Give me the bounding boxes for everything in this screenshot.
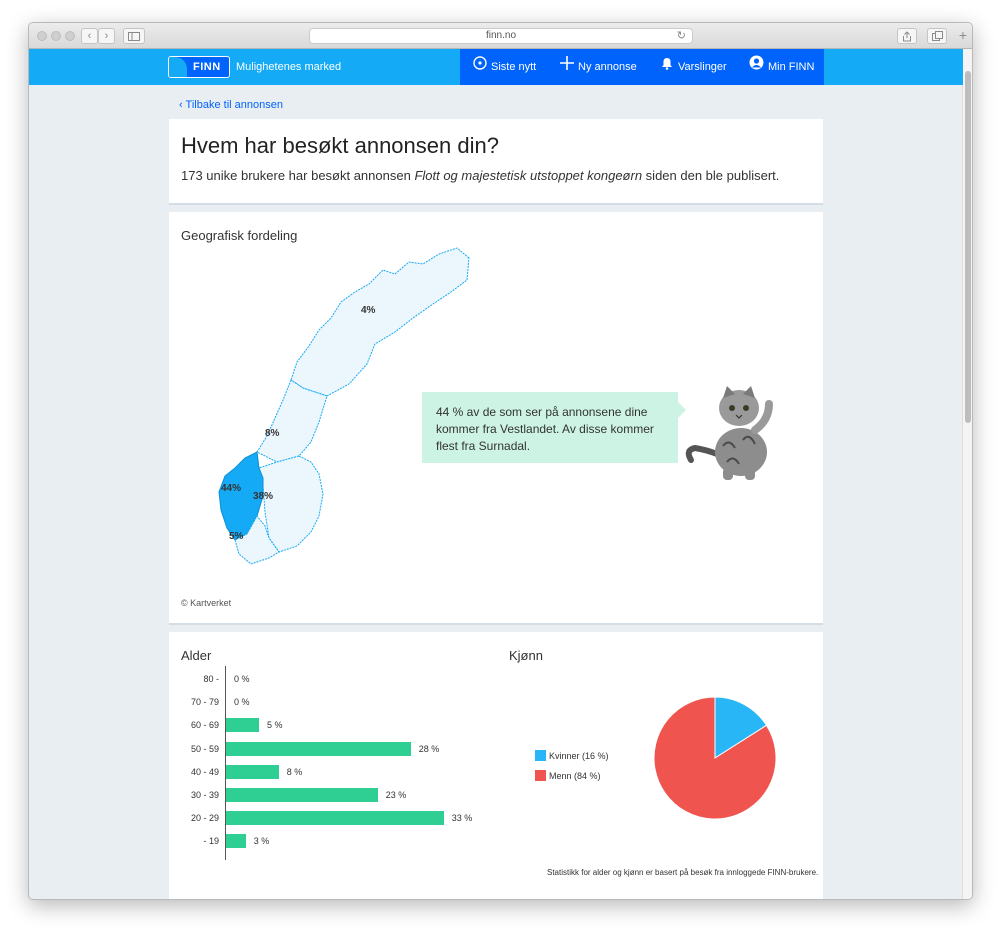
address-bar[interactable]: finn.no ↻: [309, 28, 693, 44]
scrollbar-thumb[interactable]: [965, 71, 971, 423]
age-value-label: 0 %: [234, 697, 250, 708]
age-category-label: 20 - 29: [190, 813, 219, 824]
share-icon[interactable]: [897, 28, 917, 44]
browser-toolbar: ‹ › finn.no ↻ +: [29, 23, 972, 49]
browser-window: ‹ › finn.no ↻ + FINN Mulighetenes marked: [28, 22, 973, 900]
summary-card: Hvem har besøkt annonsen din? 173 unike …: [169, 119, 823, 205]
age-value-label: 5 %: [267, 720, 283, 731]
geo-title: Geografisk fordeling: [181, 228, 298, 243]
age-bar: [226, 834, 246, 849]
age-category-label: - 19: [203, 836, 219, 847]
tagline: Mulighetenes marked: [236, 61, 342, 73]
nav-label: Siste nytt: [491, 61, 537, 73]
summary-text-after: siden den ble publisert.: [642, 168, 780, 183]
vertical-scrollbar[interactable]: [962, 49, 972, 899]
finn-logo[interactable]: FINN: [168, 56, 230, 78]
geo-card: Geografisk fordeling 4% 8% 44% 38% 5% 44…: [169, 212, 823, 625]
age-category-label: 80 -: [203, 674, 219, 684]
finn-header: FINN Mulighetenes marked Siste nytt Ny a…: [29, 49, 963, 85]
finn-logo-shape: [169, 57, 187, 77]
plus-icon: [560, 49, 574, 85]
zoom-window-button[interactable]: [65, 31, 75, 41]
bell-icon: [660, 49, 674, 85]
back-link[interactable]: ‹ Tilbake til annonsen: [179, 99, 283, 111]
age-category-label: 30 - 39: [190, 790, 219, 800]
cat-illustration: [685, 386, 773, 480]
stats-card: Alder 80 - 0 % 70 - 79 0 % 60 - 69 5 % 50 - 59…: [169, 632, 823, 899]
speech-bubble: 44 % av de som ser på annonsene dine kom…: [422, 392, 686, 463]
visitor-summary: 173 unike brukere har besøkt annonsen Fl…: [181, 168, 779, 183]
stats-footnote: Statistikk for alder og kjønn er basert …: [547, 868, 819, 877]
sidebar-icon[interactable]: [123, 28, 145, 44]
reload-icon[interactable]: ↻: [677, 29, 686, 43]
nav-min-finn[interactable]: Min FINN: [749, 49, 814, 85]
nav-ny-annonse[interactable]: Ny annonse: [560, 49, 637, 85]
age-category-label: 50 - 59: [190, 743, 219, 754]
nav-siste-nytt[interactable]: Siste nytt: [473, 49, 536, 85]
age-bar: [226, 764, 279, 779]
nav-label: Min FINN: [768, 61, 815, 73]
age-category-label: 40 - 49: [190, 766, 219, 777]
finn-logo-text: FINN: [193, 61, 221, 73]
summary-text-before: 173 unike brukere har besøkt annonsen: [181, 168, 415, 183]
age-category-label: 60 - 69: [190, 720, 219, 731]
tabs-icon[interactable]: [927, 28, 947, 44]
minimize-window-button[interactable]: [51, 31, 61, 41]
page-title: Hvem har besøkt annonsen din?: [181, 133, 499, 158]
close-window-button[interactable]: [37, 31, 47, 41]
nav-label: Ny annonse: [578, 61, 637, 73]
legend-label-kvinner: Kvinner (16 %): [549, 751, 609, 761]
age-value-label: 33 %: [451, 813, 473, 824]
age-bar: [226, 718, 259, 733]
forward-icon[interactable]: ›: [98, 28, 115, 44]
age-title: Alder: [181, 648, 212, 663]
age-axis: [225, 666, 226, 860]
age-value-label: 23 %: [385, 790, 407, 800]
age-value-label: 0 %: [234, 674, 250, 684]
main-nav: Siste nytt Ny annonse Varslinger Min FIN…: [460, 49, 824, 85]
chevron-left-icon: ‹: [179, 99, 183, 111]
map-label-vestlandet: 44%: [221, 483, 241, 494]
age-value-label: 3 %: [253, 836, 270, 847]
gender-pie-chart: [653, 696, 777, 820]
map-label-trondelag: 8%: [265, 428, 280, 439]
legend-swatch-menn: [535, 770, 546, 781]
ad-title: Flott og majestetisk utstoppet kongeørn: [414, 168, 643, 183]
nav-label: Varslinger: [678, 61, 727, 73]
age-bar: [226, 788, 378, 802]
back-icon[interactable]: ‹: [81, 28, 98, 44]
age-bar: [226, 741, 411, 756]
gender-title: Kjønn: [509, 648, 543, 663]
user-icon: [749, 49, 764, 85]
url-text: finn.no: [485, 30, 517, 41]
age-category-label: 70 - 79: [190, 697, 219, 708]
legend-label-menn: Menn (84 %): [549, 771, 601, 781]
nav-varslinger[interactable]: Varslinger: [660, 49, 727, 85]
legend-swatch-kvinner: [535, 750, 546, 761]
map-label-sorlandet: 5%: [229, 531, 244, 542]
map-label-nord: 4%: [361, 305, 376, 316]
map-label-ostlandet: 38%: [253, 491, 273, 502]
clock-icon: [473, 49, 487, 85]
bubble-text: 44 % av de som ser på annonsene dine kom…: [436, 405, 654, 453]
age-bar: [226, 811, 444, 826]
age-value-label: 28 %: [418, 743, 440, 754]
region-nord: [290, 247, 470, 397]
new-tab-button[interactable]: +: [955, 28, 971, 44]
map-credit: © Kartverket: [181, 598, 232, 608]
back-link-label: Tilbake til annonsen: [185, 99, 283, 111]
age-value-label: 8 %: [286, 766, 303, 777]
